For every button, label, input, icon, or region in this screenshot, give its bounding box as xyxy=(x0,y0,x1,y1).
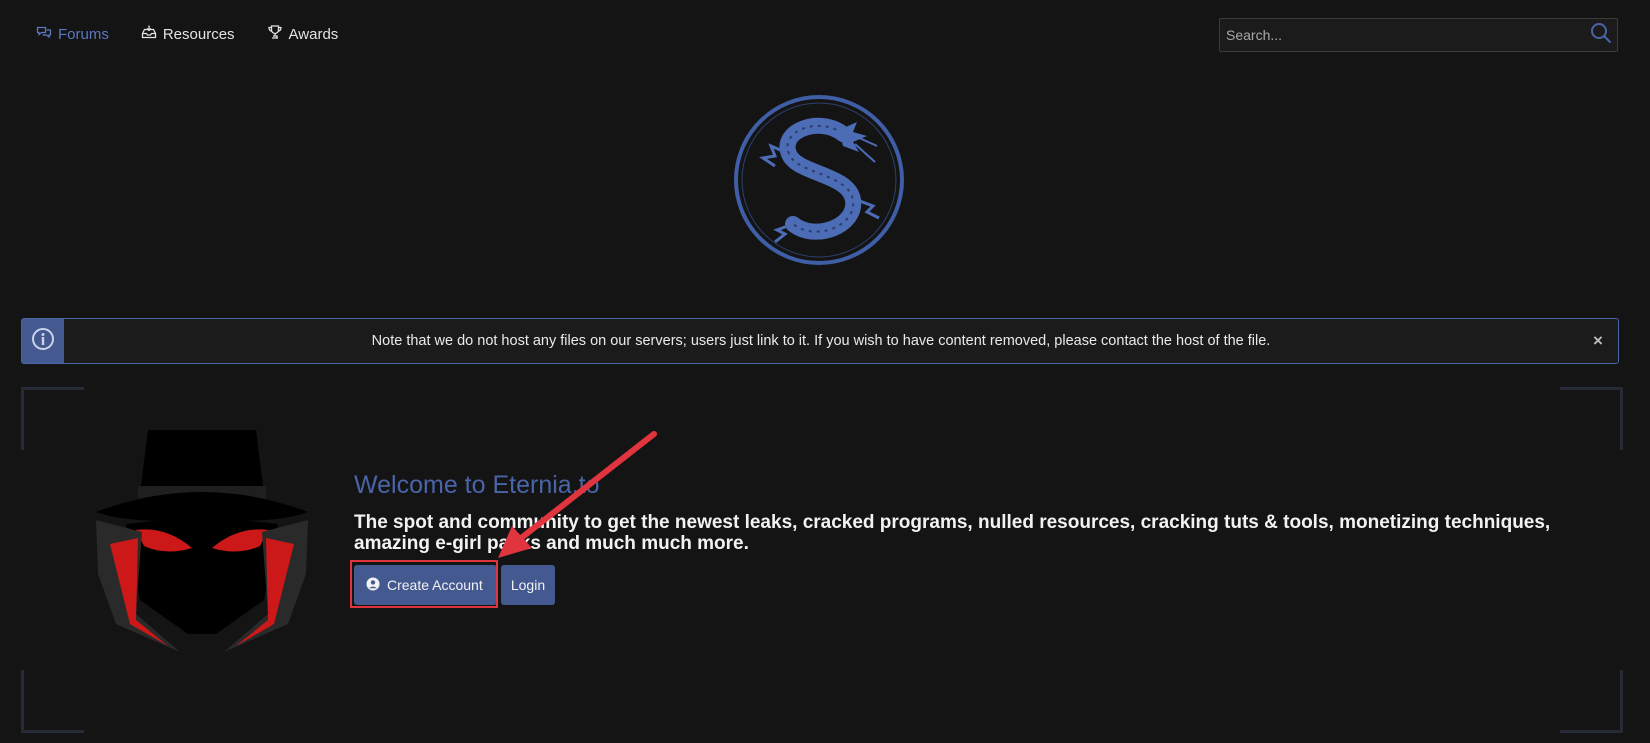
dragon-logo-icon xyxy=(734,95,904,265)
annotation-arrow-icon xyxy=(498,431,657,558)
nav-item-label: Forums xyxy=(58,25,109,43)
hacker-icon xyxy=(96,430,308,652)
login-label: Login xyxy=(510,577,546,593)
hacker-illustration xyxy=(96,424,308,652)
frame-corner-bottom-left xyxy=(21,670,84,733)
nav-item-label: Awards xyxy=(288,25,339,43)
notice-text: Note that we do not host any files on ou… xyxy=(371,333,1271,349)
notice-icon-wrap xyxy=(22,319,64,363)
search-input[interactable] xyxy=(1220,27,1585,43)
notice-banner: Note that we do not host any files on ou… xyxy=(21,318,1619,364)
frame-corner-bottom-right xyxy=(1560,670,1623,733)
search-icon xyxy=(1590,22,1612,49)
frame-corner-top-left xyxy=(21,387,84,450)
search-box xyxy=(1219,18,1618,52)
chat-bubbles-icon xyxy=(36,24,52,44)
login-button[interactable]: Login xyxy=(501,565,555,605)
site-logo[interactable] xyxy=(731,92,907,268)
trophy-icon xyxy=(267,24,283,44)
nav-item-awards[interactable]: Awards xyxy=(267,24,339,44)
close-icon: × xyxy=(1593,331,1603,350)
search-button[interactable] xyxy=(1585,19,1617,51)
info-icon xyxy=(31,327,55,356)
notice-close-button[interactable]: × xyxy=(1578,331,1618,351)
top-nav: Forums Resources Awards xyxy=(36,24,338,44)
nav-item-forums[interactable]: Forums xyxy=(36,24,109,44)
nav-item-label: Resources xyxy=(162,25,235,43)
frame-corner-top-right xyxy=(1560,387,1623,450)
inbox-icon xyxy=(141,24,157,44)
annotation-highlight-box xyxy=(350,560,498,608)
nav-item-resources[interactable]: Resources xyxy=(141,24,235,44)
